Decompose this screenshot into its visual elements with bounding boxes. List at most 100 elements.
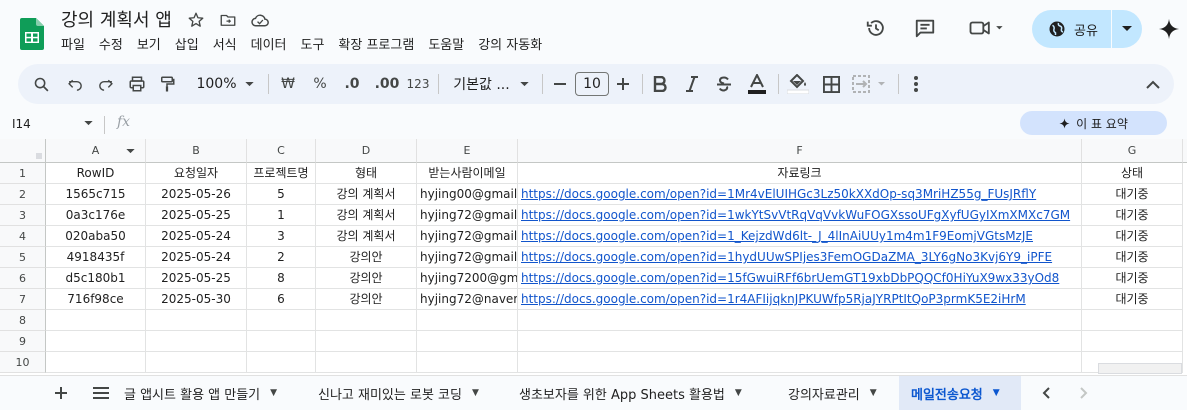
cell-type[interactable]: 강의 계획서 [316, 184, 417, 205]
more-options-icon[interactable] [904, 64, 928, 104]
gemini-icon[interactable] [1155, 15, 1183, 43]
menu-data[interactable]: 데이터 [251, 36, 287, 56]
cell-status[interactable]: 대기중 [1082, 184, 1183, 205]
decrease-font-size-icon[interactable] [549, 64, 571, 104]
empty-cell[interactable] [316, 310, 417, 331]
row-header-6[interactable]: 6 [0, 268, 46, 289]
cell-rowid[interactable]: 1565c715 [46, 184, 146, 205]
cell-status[interactable]: 대기중 [1082, 247, 1183, 268]
caret-down-icon[interactable]: ▼ [270, 388, 277, 398]
header-cell-request-date[interactable]: 요청일자 [146, 163, 247, 184]
cell-rowid[interactable]: d5c180b1 [46, 268, 146, 289]
collapse-toolbar-icon[interactable] [1140, 64, 1166, 104]
cell-type[interactable]: 강의안 [316, 268, 417, 289]
row-header-5[interactable]: 5 [0, 247, 46, 268]
cell-status[interactable]: 대기중 [1082, 226, 1183, 247]
empty-cell[interactable] [518, 331, 1082, 352]
sheet-tab-app-sheets-beginners[interactable]: 생초보자를 위한 App Sheets 활용법 ▼ [519, 376, 769, 410]
row-header-1[interactable]: 1 [0, 163, 46, 184]
cell-request-date[interactable]: 2025-05-26 [146, 184, 247, 205]
empty-cell[interactable] [417, 331, 518, 352]
column-header-g[interactable]: G [1082, 139, 1183, 163]
cell-rowid[interactable]: 716f98ce [46, 289, 146, 310]
comments-icon[interactable] [911, 14, 939, 42]
bold-icon[interactable] [648, 64, 672, 104]
menu-format[interactable]: 서식 [213, 36, 237, 56]
cell-project-name[interactable]: 2 [247, 247, 316, 268]
add-sheet-icon[interactable] [48, 376, 74, 410]
empty-cell[interactable] [146, 352, 247, 373]
menu-help[interactable]: 도움말 [428, 36, 464, 56]
strikethrough-icon[interactable] [712, 64, 736, 104]
share-main[interactable]: 공유 [1032, 10, 1110, 48]
cell-rowid[interactable]: 0a3c176e [46, 205, 146, 226]
empty-cell[interactable] [146, 331, 247, 352]
empty-cell[interactable] [247, 331, 316, 352]
menu-file[interactable]: 파일 [61, 36, 85, 56]
row-header-8[interactable]: 8 [0, 310, 46, 331]
sheet-tab-lecture-materials[interactable]: 강의자료관리 ▼ [788, 376, 896, 410]
format-currency-button[interactable]: ₩ [276, 64, 300, 104]
menu-extensions[interactable]: 확장 프로그램 [338, 36, 414, 56]
fill-color-icon[interactable] [784, 64, 812, 104]
cell-recipient-email[interactable]: hyjing72@gmail. [417, 247, 518, 268]
cell-request-date[interactable]: 2025-05-25 [146, 205, 247, 226]
caret-down-icon[interactable]: ▼ [870, 388, 877, 398]
borders-icon[interactable] [818, 64, 844, 104]
cell-type[interactable]: 강의 계획서 [316, 226, 417, 247]
row-header-10[interactable]: 10 [0, 352, 46, 373]
cell-project-name[interactable]: 1 [247, 205, 316, 226]
horizontal-scrollbar[interactable] [1098, 363, 1182, 374]
cell-recipient-email[interactable]: hyjing7200@gm [417, 268, 518, 289]
empty-cell[interactable] [417, 352, 518, 373]
zoom-select[interactable]: 100% [190, 64, 260, 104]
menu-tools[interactable]: 도구 [301, 36, 325, 56]
summarize-table-button[interactable]: 이 표 요약 [1020, 111, 1167, 135]
cell-material-link[interactable]: https://docs.google.com/open?id=1_KejzdW… [518, 226, 1082, 247]
print-icon[interactable] [124, 64, 150, 104]
menu-edit[interactable]: 수정 [99, 36, 123, 56]
increase-decimal-button[interactable]: .00 [370, 64, 404, 104]
cell-rowid[interactable]: 4918435f [46, 247, 146, 268]
caret-down-icon[interactable]: ▼ [993, 388, 1000, 398]
header-cell-status[interactable]: 상태 [1082, 163, 1183, 184]
header-cell-material-link[interactable]: 자료링크 [518, 163, 1082, 184]
name-box-caret-icon[interactable] [84, 121, 93, 126]
meet-video-icon[interactable] [966, 14, 1008, 42]
header-cell-type[interactable]: 형태 [316, 163, 417, 184]
cell-recipient-email[interactable]: hyjing72@gmail. [417, 226, 518, 247]
empty-cell[interactable] [46, 331, 146, 352]
version-history-icon[interactable] [862, 14, 890, 42]
menu-insert[interactable]: 삽입 [175, 36, 199, 56]
empty-cell[interactable] [247, 310, 316, 331]
decrease-decimal-button[interactable]: .0 [338, 64, 366, 104]
scroll-tabs-right-icon[interactable] [1072, 376, 1096, 410]
cell-recipient-email[interactable]: hyjing72@gmail. [417, 205, 518, 226]
cell-project-name[interactable]: 5 [247, 184, 316, 205]
empty-cell[interactable] [146, 310, 247, 331]
row-header-2[interactable]: 2 [0, 184, 46, 205]
move-to-folder-icon[interactable] [219, 11, 239, 31]
cell-material-link[interactable]: https://docs.google.com/open?id=15fGwuiR… [518, 268, 1082, 289]
cell-status[interactable]: 대기중 [1082, 268, 1183, 289]
cell-request-date[interactable]: 2025-05-24 [146, 247, 247, 268]
sheets-logo-icon[interactable] [20, 18, 44, 50]
redo-icon[interactable] [92, 64, 118, 104]
document-title[interactable]: 강의 계획서 앱 [61, 8, 172, 34]
row-header-4[interactable]: 4 [0, 226, 46, 247]
cell-request-date[interactable]: 2025-05-24 [146, 226, 247, 247]
header-cell-recipient-email[interactable]: 받는사람이메일 [417, 163, 518, 184]
row-header-3[interactable]: 3 [0, 205, 46, 226]
cell-status[interactable]: 대기중 [1082, 205, 1183, 226]
column-header-c[interactable]: C [247, 139, 316, 163]
empty-cell[interactable] [417, 310, 518, 331]
column-header-e[interactable]: E [417, 139, 518, 163]
caret-down-icon[interactable]: ▼ [472, 388, 479, 398]
cell-status[interactable]: 대기중 [1082, 289, 1183, 310]
text-color-icon[interactable] [744, 64, 770, 104]
empty-cell[interactable] [316, 352, 417, 373]
column-header-d[interactable]: D [316, 139, 417, 163]
empty-cell[interactable] [1082, 331, 1183, 352]
filter-caret-icon[interactable] [126, 149, 135, 154]
column-header-b[interactable]: B [146, 139, 247, 163]
